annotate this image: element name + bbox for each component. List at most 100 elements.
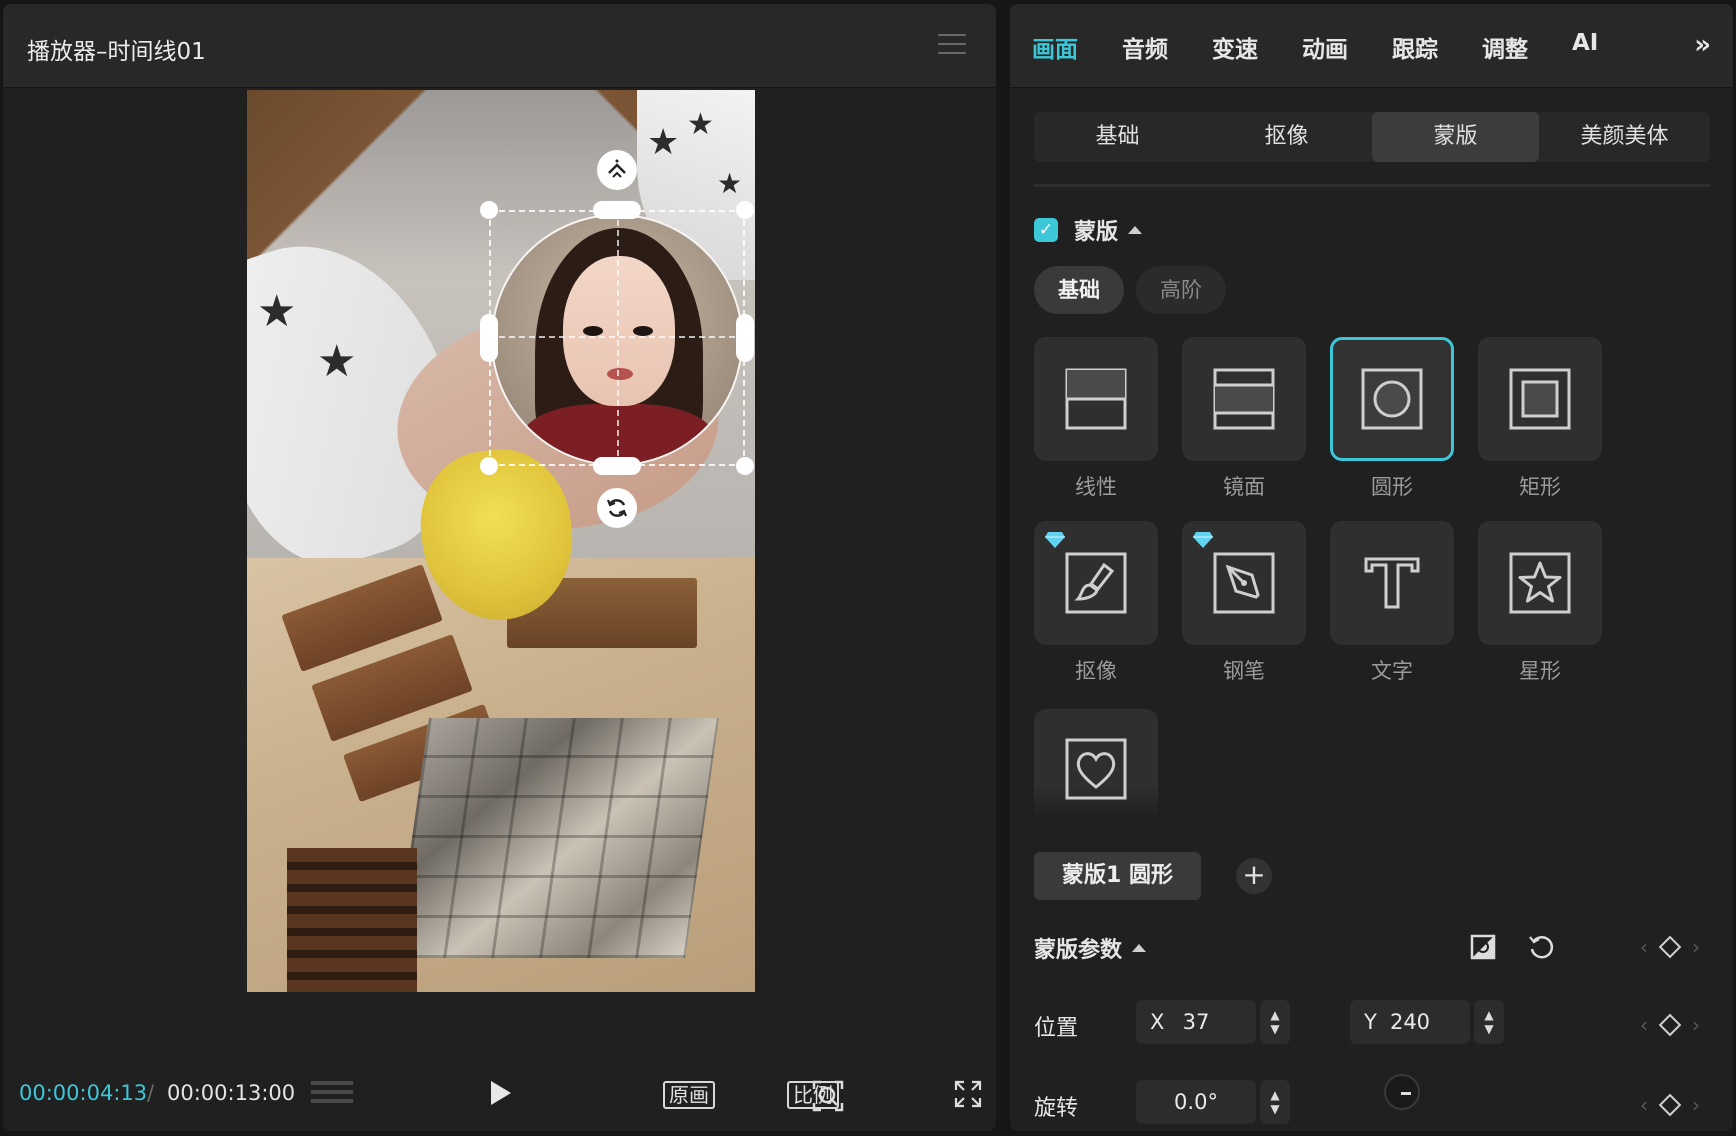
shape-label-pen: 钢笔 [1223, 659, 1265, 683]
menu-icon[interactable] [938, 34, 966, 56]
tab-tracking[interactable]: 跟踪 [1392, 30, 1438, 64]
tab-ai[interactable]: AI [1572, 30, 1598, 56]
position-x-input[interactable]: X 37 [1136, 1000, 1256, 1044]
subtab-cutout[interactable]: 抠像 [1203, 112, 1370, 162]
shape-mirror[interactable] [1182, 337, 1306, 461]
shape-star[interactable] [1478, 521, 1602, 645]
shape-text[interactable] [1330, 521, 1454, 645]
mirror-mask-icon [1213, 368, 1275, 430]
heart-mask-icon [1065, 738, 1127, 800]
keyframe-control[interactable]: ‹ › [1640, 1090, 1700, 1120]
divider [1034, 184, 1710, 187]
mask-params-title: 蒙版参数 [1034, 938, 1123, 963]
position-label: 位置 [1034, 1016, 1079, 1041]
keyframe-diamond-icon [1658, 1093, 1682, 1117]
position-y-value: 240 [1389, 1010, 1431, 1034]
mask-section-label: 蒙版 [1074, 220, 1119, 245]
subtab-bar: 基础 抠像 蒙版 美颜美体 [1034, 112, 1710, 162]
shape-circle[interactable] [1330, 337, 1454, 461]
tile-display [395, 718, 719, 958]
rotate-handle-icon[interactable] [597, 488, 637, 528]
player-controls: 00:00:04:13 / 00:00:13:00 原画 比例 [3, 1051, 996, 1131]
star-print: ★ [687, 107, 714, 142]
resize-handle-top-left[interactable] [480, 201, 498, 219]
mask-section-header[interactable]: ✓ 蒙版 [1034, 214, 1143, 246]
mask-params-header[interactable]: 蒙版参数 [1034, 932, 1147, 964]
keyframe-control[interactable]: ‹ › [1640, 932, 1700, 962]
resize-handle-bottom[interactable] [593, 457, 641, 475]
aspect-ratio-button[interactable]: 比例 [787, 1081, 839, 1109]
inspector-tabs: 画面 音频 变速 动画 跟踪 调整 AI » [1010, 4, 1733, 88]
inspector-panel: 画面 音频 变速 动画 跟踪 调整 AI » 基础 抠像 蒙版 美颜美体 ✓ 蒙… [1010, 4, 1733, 1131]
shape-rectangle[interactable] [1478, 337, 1602, 461]
mask-layer-chip[interactable]: 蒙版1 圆形 [1034, 852, 1201, 900]
resize-handle-bottom-left[interactable] [480, 457, 498, 475]
video-preview[interactable]: ★ ★ ★ ★ ★ [247, 90, 755, 992]
resize-handle-top[interactable] [593, 201, 641, 219]
rotation-dial[interactable] [1384, 1074, 1420, 1110]
shape-pen[interactable] [1182, 521, 1306, 645]
add-mask-icon[interactable]: + [1236, 858, 1272, 894]
tab-picture[interactable]: 画面 [1032, 30, 1078, 64]
collapse-caret-icon[interactable] [1132, 944, 1147, 952]
rotation-stepper[interactable]: ▲ ▼ [1260, 1080, 1290, 1124]
keyframe-diamond-icon [1658, 1013, 1682, 1037]
premium-gem-icon [1045, 532, 1065, 548]
tab-animation[interactable]: 动画 [1302, 30, 1348, 64]
resize-handle-right[interactable] [736, 314, 754, 362]
center-guide-vertical [617, 210, 619, 466]
invert-mask-icon[interactable] [1468, 932, 1498, 962]
shape-heart[interactable] [1034, 709, 1158, 819]
shape-label-brush: 抠像 [1075, 659, 1117, 683]
mask-enable-checkbox[interactable]: ✓ [1034, 218, 1058, 242]
collapse-caret-icon[interactable] [1128, 226, 1143, 234]
resize-handle-top-right[interactable] [736, 201, 754, 219]
resize-handle-left[interactable] [480, 314, 498, 362]
player-title: 播放器–时间线01 [27, 39, 206, 65]
position-y-input[interactable]: Y 240 [1350, 1000, 1470, 1044]
keyframe-control[interactable]: ‹ › [1640, 1010, 1700, 1040]
rotation-label: 旋转 [1034, 1096, 1079, 1121]
shape-brush[interactable] [1034, 521, 1158, 645]
mode-advanced-pill[interactable]: 高阶 [1136, 266, 1226, 314]
tab-audio[interactable]: 音频 [1122, 30, 1168, 64]
total-time: 00:00:13:00 [167, 1081, 296, 1105]
current-time: 00:00:04:13 [19, 1081, 148, 1105]
pen-mask-icon [1213, 552, 1275, 614]
rotation-value: 0.0° [1174, 1090, 1218, 1114]
text-mask-icon [1364, 557, 1420, 609]
play-icon[interactable] [491, 1081, 511, 1105]
premium-gem-icon [1193, 532, 1213, 548]
position-y-stepper[interactable]: ▲ ▼ [1474, 1000, 1504, 1044]
shape-label-linear: 线性 [1075, 475, 1117, 499]
more-tabs-icon[interactable]: » [1694, 30, 1711, 60]
shape-label-circle: 圆形 [1371, 475, 1413, 499]
reset-icon[interactable] [1526, 932, 1556, 962]
star-print: ★ [647, 122, 680, 163]
waveform-icon[interactable] [311, 1081, 353, 1111]
shape-linear[interactable] [1034, 337, 1158, 461]
resize-handle-bottom-right[interactable] [736, 457, 754, 475]
rotation-input[interactable]: 0.0° [1136, 1080, 1256, 1124]
circle-mask-icon [1361, 368, 1423, 430]
center-guide-horizontal [489, 336, 745, 338]
position-x-value: 37 [1182, 1010, 1210, 1034]
shape-label-text: 文字 [1371, 659, 1413, 683]
shape-label-rectangle: 矩形 [1519, 475, 1561, 499]
shape-label-mirror: 镜面 [1223, 475, 1265, 499]
fullscreen-icon[interactable] [953, 1079, 983, 1109]
linear-mask-icon [1065, 368, 1127, 430]
time-separator: / [147, 1081, 155, 1105]
original-quality-button[interactable]: 原画 [663, 1081, 715, 1109]
tab-adjust[interactable]: 调整 [1482, 30, 1528, 64]
star-print: ★ [717, 167, 743, 200]
subtab-beauty[interactable]: 美颜美体 [1541, 112, 1708, 162]
feather-handle-icon[interactable] [597, 150, 637, 190]
tab-speed[interactable]: 变速 [1212, 30, 1258, 64]
mode-basic-pill[interactable]: 基础 [1034, 266, 1124, 314]
star-mask-icon [1509, 552, 1571, 614]
position-x-stepper[interactable]: ▲ ▼ [1260, 1000, 1290, 1044]
subtab-mask[interactable]: 蒙版 [1372, 112, 1539, 162]
subtab-basic[interactable]: 基础 [1034, 112, 1201, 162]
brush-mask-icon [1065, 552, 1127, 614]
